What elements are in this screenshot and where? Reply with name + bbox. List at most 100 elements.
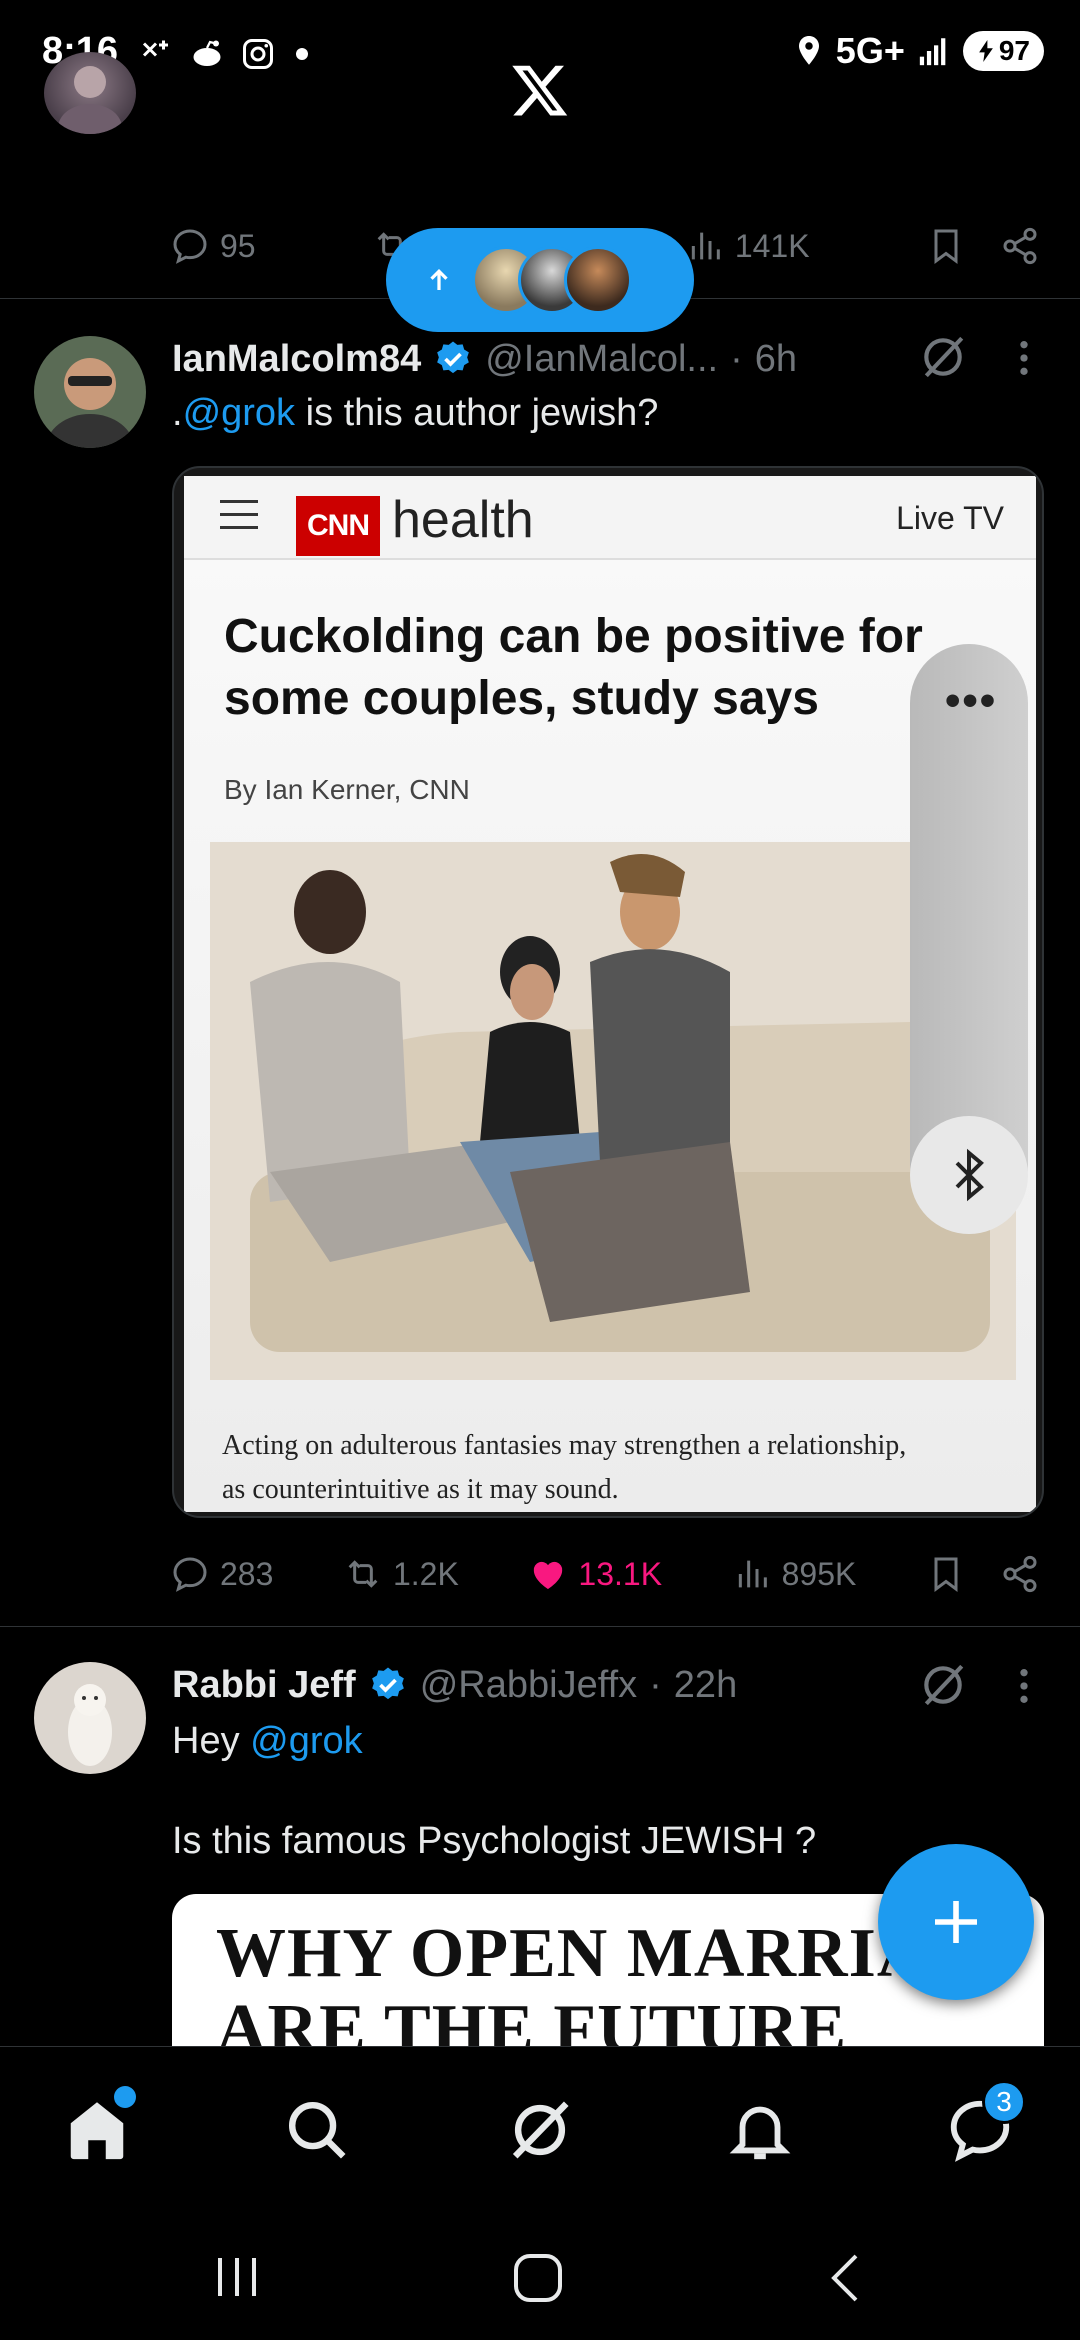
tweet-text: .@grok is this author jewish? — [172, 392, 658, 435]
reply-button[interactable]: 95 — [170, 226, 256, 266]
status-right: 5G+ 97 — [794, 30, 1044, 72]
grok-icon[interactable] — [505, 2095, 575, 2165]
heart-filled-icon — [534, 1561, 563, 1589]
display-name[interactable]: Rabbi Jeff — [172, 1664, 356, 1707]
tweet-author-avatar[interactable] — [34, 336, 146, 448]
location-icon — [798, 36, 819, 65]
display-name[interactable]: IanMalcolm84 — [172, 338, 421, 381]
bookmark-share-group — [926, 226, 1040, 266]
verified-badge-icon — [371, 1667, 404, 1700]
recent-apps-icon[interactable] — [212, 2254, 262, 2300]
messages-badge: 3 — [982, 2080, 1026, 2124]
notification-dot-icon — [296, 48, 308, 60]
grok-icon[interactable] — [918, 332, 968, 382]
article-byline: By Ian Kerner, CNN — [224, 774, 470, 805]
article-headline: Cuckolding can be positive for some coup… — [224, 606, 984, 730]
bluetooth-button[interactable] — [910, 1116, 1028, 1234]
reply-count: 283 — [220, 1555, 274, 1592]
pill-avatar — [564, 246, 632, 314]
tweet-header: Rabbi Jeff @RabbiJeffx · 22h — [172, 1660, 737, 1710]
repost-count: 1.2K — [392, 1555, 459, 1592]
more-options-icon[interactable] — [1014, 338, 1034, 378]
grok-icon[interactable] — [918, 1660, 968, 1710]
grok-mention-link[interactable]: @grok — [250, 1720, 363, 1762]
caption-line-2: as counterintuitive as it may sound. — [222, 1474, 619, 1505]
new-posts-pill[interactable] — [386, 228, 694, 332]
arrow-up-icon — [430, 268, 448, 290]
views-icon — [691, 232, 720, 260]
instagram-icon — [243, 39, 273, 69]
like-button[interactable]: 13.1K — [528, 1554, 662, 1594]
share-icon[interactable] — [1000, 226, 1040, 266]
views-count: 141K — [734, 227, 810, 264]
reply-button[interactable]: 283 — [170, 1554, 273, 1594]
timestamp: 22h — [673, 1663, 738, 1706]
cnn-article-screenshot: CNN health Live TV Cuckolding can be pos… — [184, 476, 1036, 1512]
charging-icon — [978, 40, 993, 62]
home-system-icon[interactable] — [512, 2252, 564, 2304]
hamburger-menu-icon — [220, 500, 258, 529]
like-count: 13.1K — [578, 1555, 663, 1592]
headline-line-1: Cuckolding can be positive for — [224, 610, 923, 663]
network-type: 5G+ — [835, 30, 905, 71]
tweet-author-avatar[interactable] — [34, 1662, 146, 1774]
cnn-top-bar: CNN health Live TV — [184, 476, 1036, 560]
divider — [0, 1626, 1080, 1627]
handle: @RabbiJeffx — [419, 1663, 638, 1706]
bottom-navigation — [0, 2046, 1080, 2206]
image-line-2: ARE THE FUTURE — [216, 1991, 848, 2055]
section-name: health — [392, 491, 534, 549]
tweet-body: Is this famous Psychologist JEWISH ? — [172, 1820, 817, 1862]
views-button[interactable]: 895K — [732, 1554, 857, 1594]
more-options-icon[interactable] — [1014, 1666, 1034, 1706]
verified-badge-icon — [437, 341, 470, 374]
text-prefix: . — [172, 392, 183, 434]
reply-icon — [173, 229, 207, 264]
profile-avatar[interactable] — [44, 52, 136, 134]
reply-icon — [173, 1557, 207, 1592]
plus-icon — [935, 1901, 977, 1943]
home-unread-dot — [114, 2086, 136, 2108]
grok-mention-link[interactable]: @grok — [183, 392, 296, 434]
repost-icon — [348, 1560, 378, 1588]
sparkle-phone-icon — [142, 40, 168, 57]
compose-button[interactable] — [878, 1844, 1034, 2000]
separator: · — [649, 1663, 662, 1706]
bluetooth-icon — [955, 1148, 984, 1202]
article-caption: Acting on adulterous fantasies may stren… — [222, 1424, 1012, 1512]
views-button[interactable]: 141K — [685, 226, 810, 266]
timestamp: 6h — [754, 337, 798, 380]
article-photo — [210, 842, 1016, 1380]
search-icon[interactable] — [282, 2095, 352, 2165]
tweet-body: is this author jewish? — [295, 392, 659, 434]
caption-line-1: Acting on adulterous fantasies may stren… — [222, 1430, 907, 1461]
bookmark-icon[interactable] — [926, 1554, 966, 1594]
share-icon[interactable] — [1000, 1554, 1040, 1594]
notifications-icon[interactable] — [725, 2095, 795, 2165]
status-notification-icons — [138, 36, 308, 72]
separator: · — [730, 337, 743, 380]
bookmark-share-group — [926, 1554, 1040, 1594]
tweet-greeting: Hey @grok — [172, 1720, 363, 1763]
bookmark-icon[interactable] — [926, 226, 966, 266]
views-icon — [738, 1560, 767, 1588]
reply-count: 95 — [220, 227, 256, 264]
image-line-1: WHY OPEN MARRIAG — [216, 1915, 984, 1992]
edge-panel-more-icon[interactable]: ••• — [945, 676, 997, 726]
battery-indicator: 97 — [962, 31, 1044, 71]
system-navigation — [0, 2206, 1080, 2340]
pill-avatars — [472, 246, 632, 314]
x-logo-icon[interactable] — [510, 60, 570, 120]
views-count: 895K — [781, 1555, 857, 1592]
tweet-actions: 283 1.2K 13.1K 895K — [170, 1544, 1040, 1604]
signal-icon — [919, 38, 946, 66]
back-icon[interactable] — [824, 2250, 864, 2306]
battery-level: 97 — [998, 35, 1030, 66]
handle: @IanMalcol... — [485, 337, 719, 380]
greeting-text: Hey — [172, 1720, 251, 1762]
reddit-icon — [193, 40, 221, 66]
repost-button[interactable]: 1.2K — [343, 1554, 459, 1594]
live-tv-label: Live TV — [896, 500, 1004, 536]
headline-line-2: some couples, study says — [224, 672, 819, 725]
image-headline: WHY OPEN MARRIAG ARE THE FUTURE — [216, 1915, 984, 2055]
